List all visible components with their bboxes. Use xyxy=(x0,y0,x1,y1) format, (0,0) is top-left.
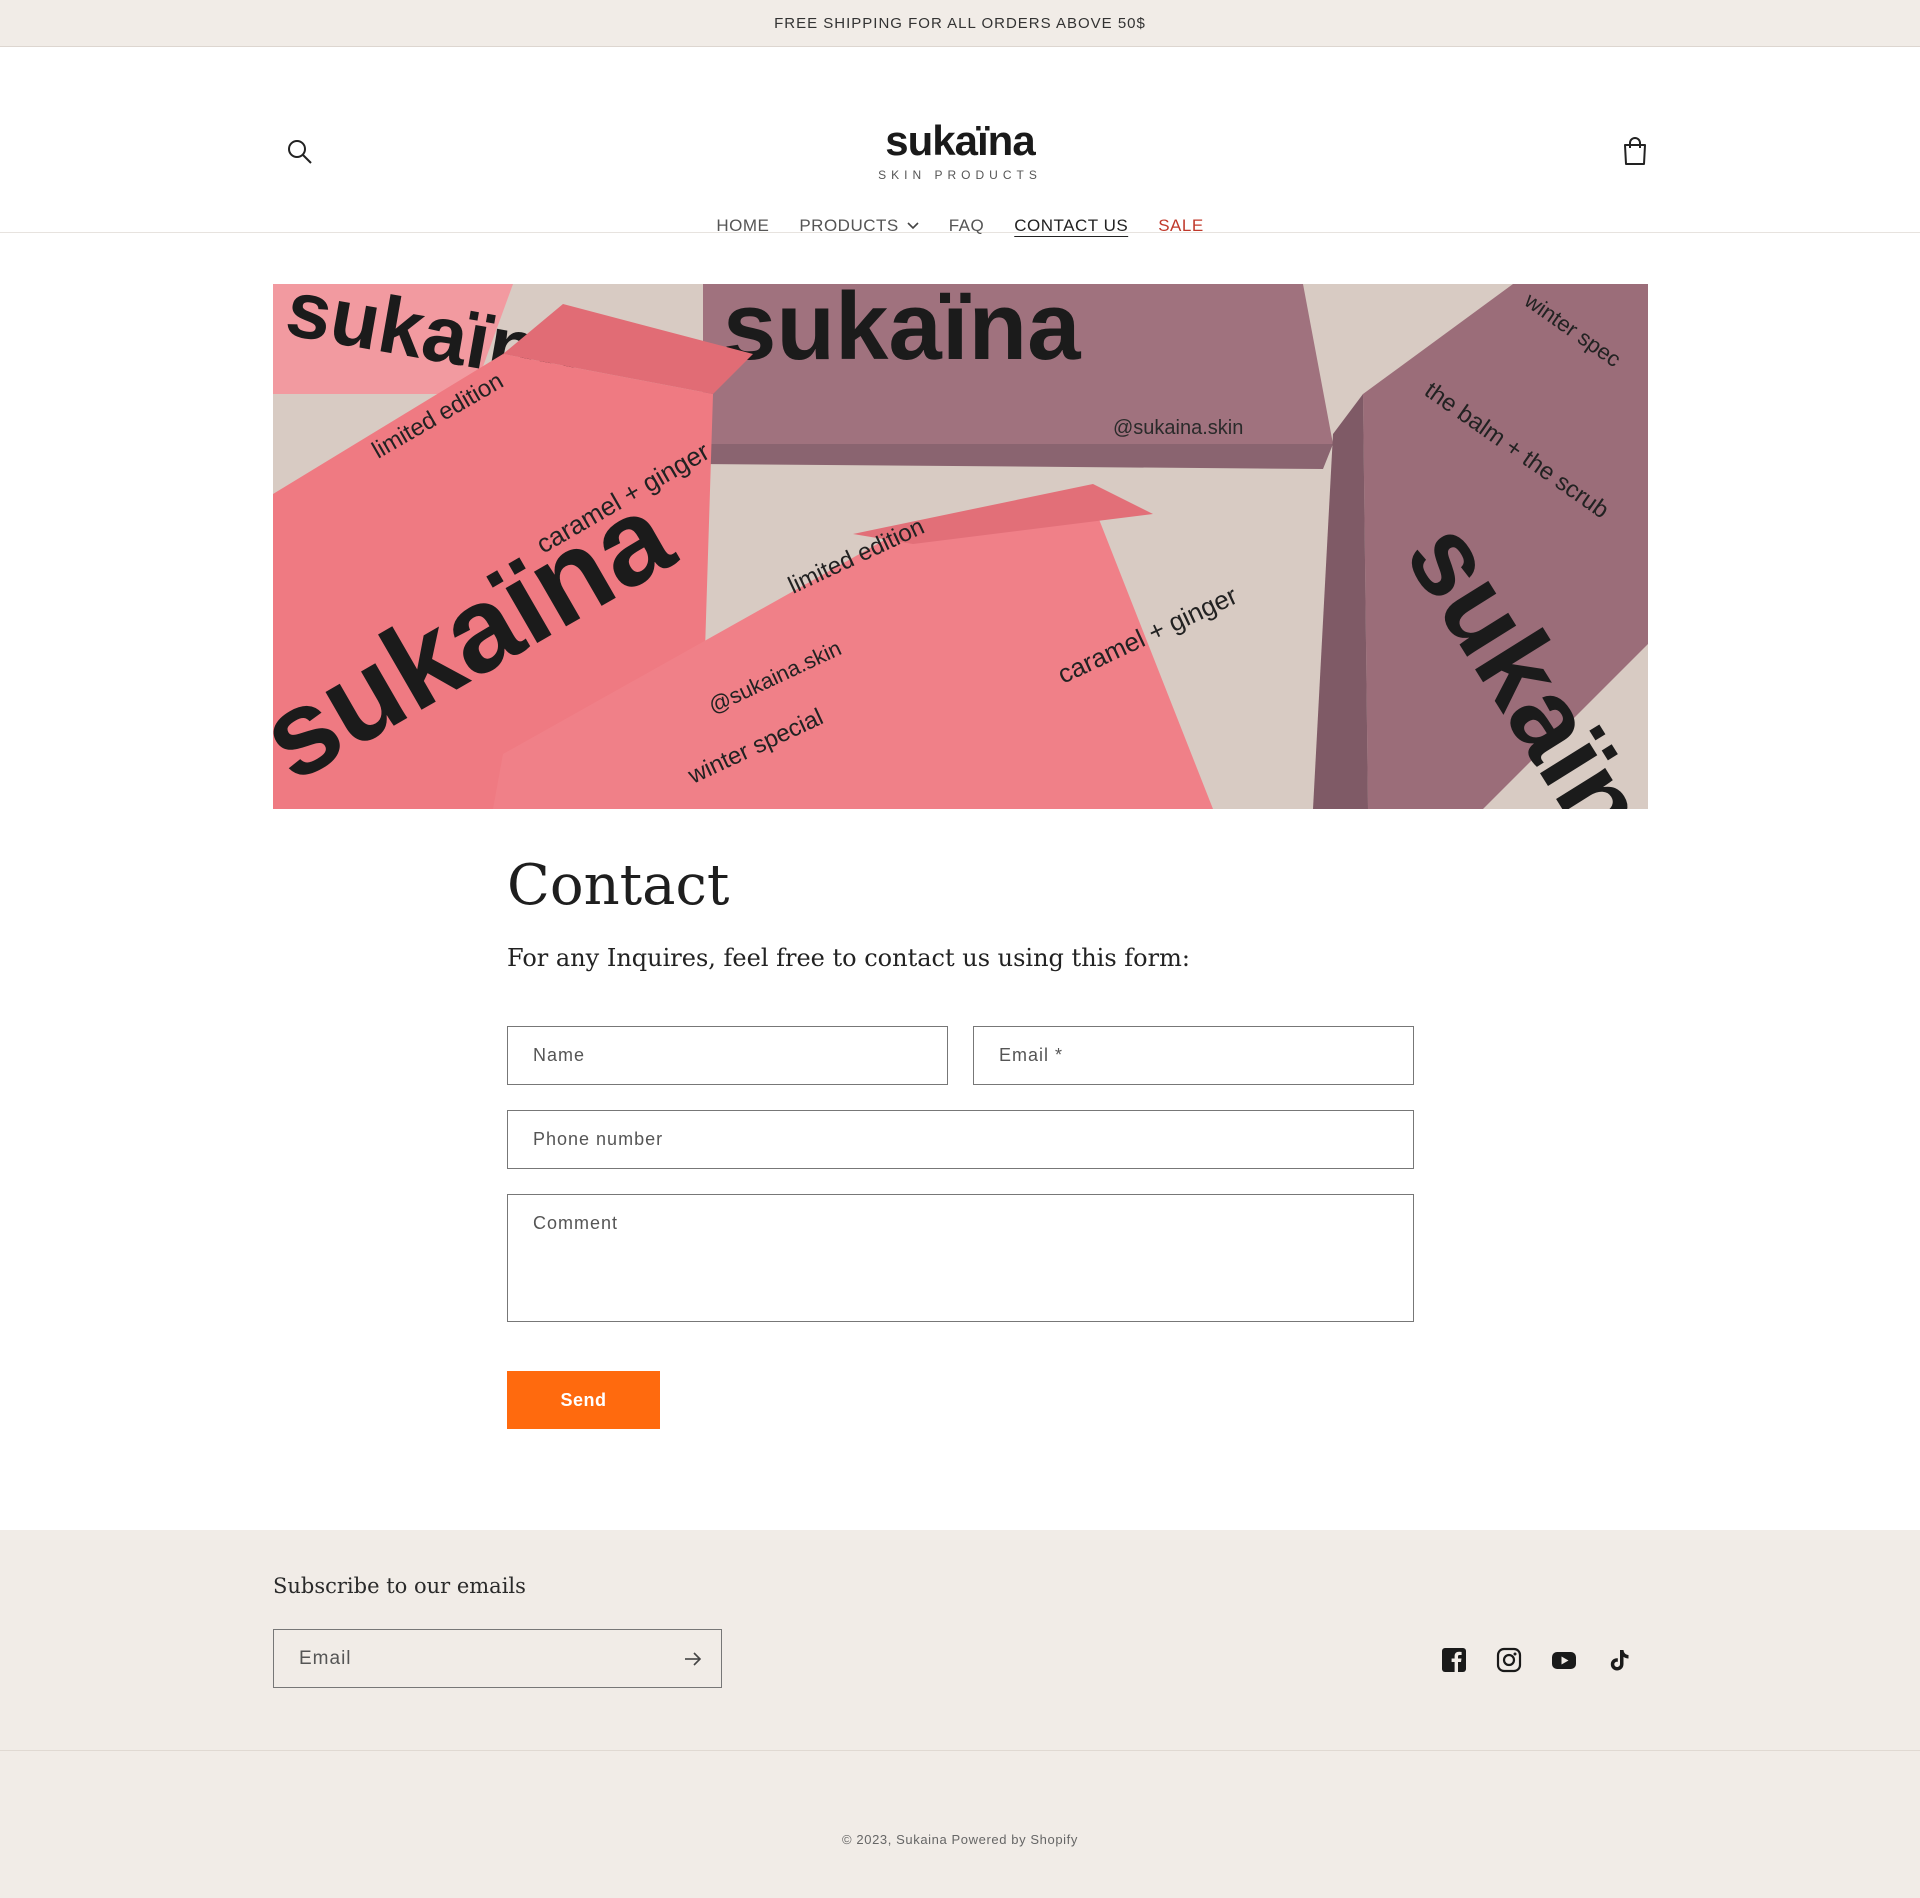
email-placeholder: Email * xyxy=(999,1045,1064,1065)
phone-field[interactable]: Phone number xyxy=(507,1110,1414,1169)
subscribe-placeholder: Email xyxy=(299,1647,352,1669)
announcement-bar: FREE SHIPPING FOR ALL ORDERS ABOVE 50$ xyxy=(0,0,1920,47)
nav-sale[interactable]: SALE xyxy=(1143,216,1218,236)
contact-title: Contact xyxy=(507,853,730,918)
nav-home[interactable]: HOME xyxy=(701,216,784,236)
footer-divider xyxy=(0,1750,1920,1751)
phone-placeholder: Phone number xyxy=(533,1129,664,1149)
subscribe-title: Subscribe to our emails xyxy=(273,1574,526,1598)
cart-icon[interactable] xyxy=(1620,135,1650,167)
tiktok-icon[interactable] xyxy=(1606,1647,1632,1673)
hero-banner-image: sukaïna @sukaina.skin sukaïna the balm +… xyxy=(273,284,1648,809)
email-field[interactable]: Email * xyxy=(973,1026,1414,1085)
subscribe-email-input[interactable]: Email xyxy=(273,1629,722,1688)
site-footer: Subscribe to our emails Email © 2023, Su… xyxy=(0,1530,1920,1898)
contact-intro: For any Inquires, feel free to contact u… xyxy=(507,944,1190,972)
comment-field[interactable]: Comment xyxy=(507,1194,1414,1322)
announcement-text: FREE SHIPPING FOR ALL ORDERS ABOVE 50$ xyxy=(774,14,1146,32)
banner-text-brand-top: sukaïna xyxy=(723,284,1081,380)
facebook-icon[interactable] xyxy=(1441,1647,1467,1673)
instagram-icon[interactable] xyxy=(1496,1647,1522,1673)
site-header: sukaïna SKIN PRODUCTS HOME PRODUCTS FAQ … xyxy=(0,47,1920,236)
name-placeholder: Name xyxy=(533,1045,586,1065)
copyright-text: © 2023, Sukaina Powered by Shopify xyxy=(842,1832,1078,1847)
logo-tagline: SKIN PRODUCTS xyxy=(878,168,1042,182)
send-button[interactable]: Send xyxy=(507,1371,660,1429)
banner-text-handle-top: @sukaina.skin xyxy=(1113,417,1243,439)
contact-section: Contact For any Inquires, feel free to c… xyxy=(507,853,1414,1429)
name-field[interactable]: Name xyxy=(507,1026,948,1085)
chevron-down-icon xyxy=(907,222,919,230)
main-nav: HOME PRODUCTS FAQ CONTACT US SALE xyxy=(0,216,1920,236)
nav-products[interactable]: PRODUCTS xyxy=(784,216,933,236)
comment-placeholder: Comment xyxy=(533,1213,619,1233)
arrow-right-icon[interactable] xyxy=(683,1649,703,1669)
youtube-icon[interactable] xyxy=(1551,1647,1577,1673)
nav-contact-us[interactable]: CONTACT US xyxy=(999,216,1143,236)
nav-faq[interactable]: FAQ xyxy=(934,216,1000,236)
